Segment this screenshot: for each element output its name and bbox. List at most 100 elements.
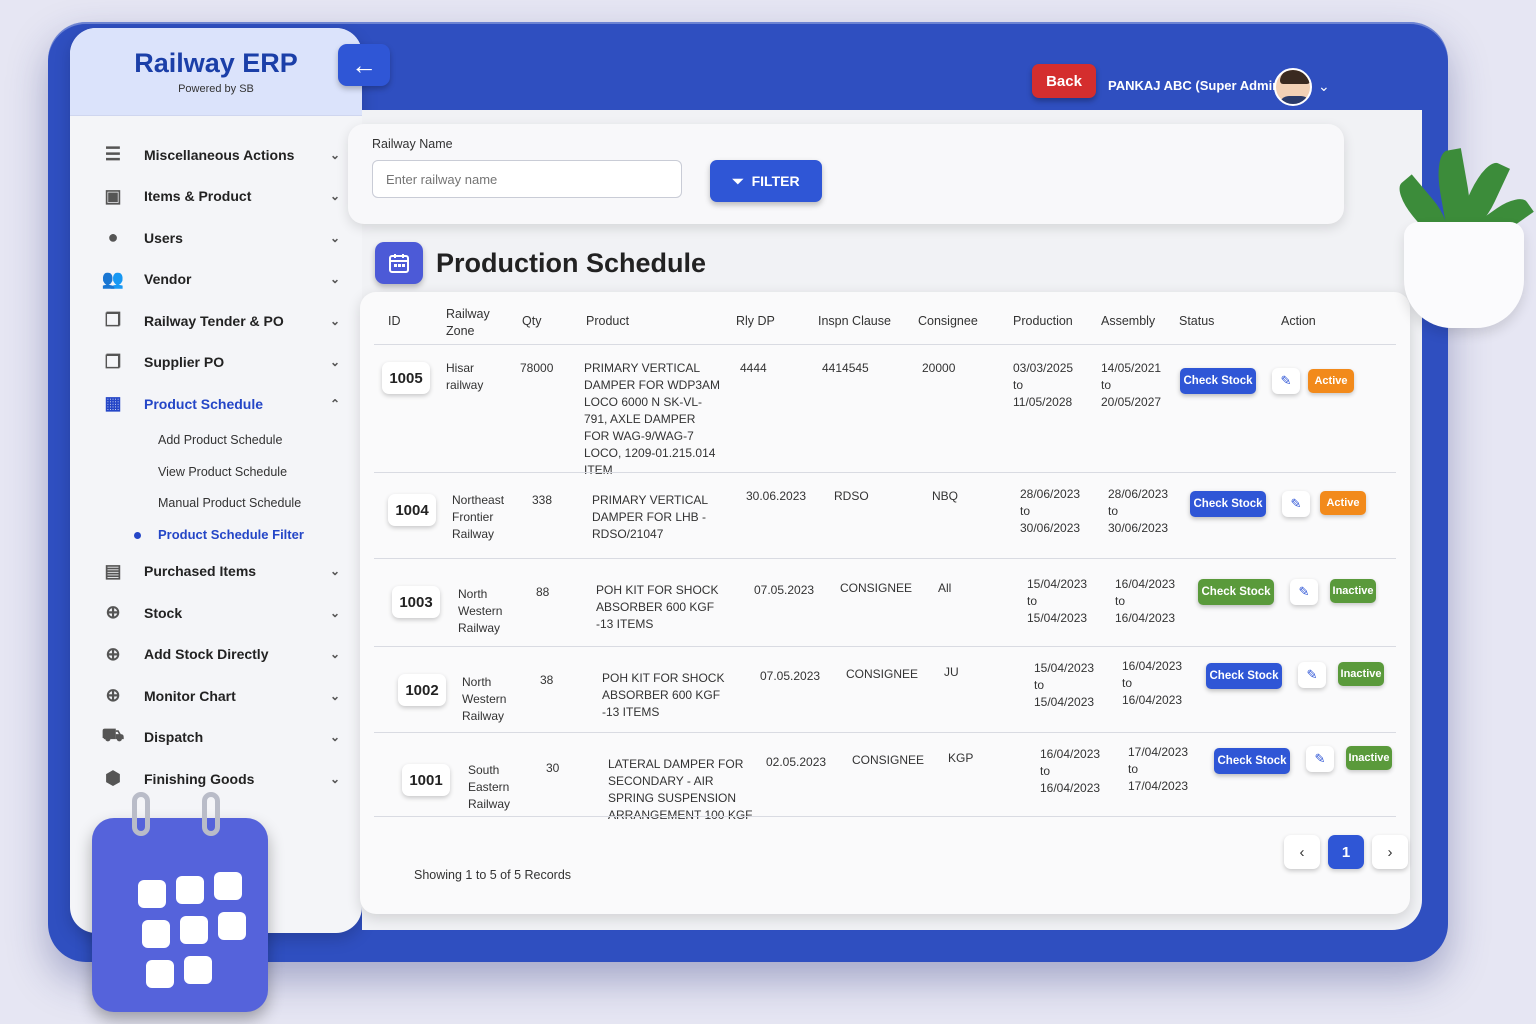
sidebar-item-users[interactable]: ● Users ⌄ xyxy=(70,217,362,259)
sidebar-item-monitor-chart[interactable]: ⊕ Monitor Chart ⌄ xyxy=(70,675,362,717)
sidebar-item-purchased-items[interactable]: ▤ Purchased Items ⌄ xyxy=(70,551,362,593)
row-assembly: 28/06/2023 to 30/06/2023 xyxy=(1108,487,1169,535)
edit-pencil-icon[interactable]: ✎ xyxy=(1298,662,1326,688)
row-zone: South Eastern Railway xyxy=(468,763,511,811)
check-stock-button[interactable]: Check Stock xyxy=(1206,663,1282,689)
chevron-down-icon: ⌄ xyxy=(329,605,340,620)
plus-circle-icon: ⊕ xyxy=(105,643,121,664)
edit-pencil-icon[interactable]: ✎ xyxy=(1290,579,1318,605)
sidebar-item-label: Miscellaneous Actions xyxy=(144,146,295,163)
page-number-button[interactable]: 1 xyxy=(1328,835,1364,869)
sidebar-item-label: Vendor xyxy=(144,271,192,288)
sidebar-item-stock[interactable]: ⊕ Stock ⌄ xyxy=(70,592,362,634)
nav-back-arrow-button[interactable]: ← xyxy=(338,44,390,86)
next-page-button[interactable]: › xyxy=(1372,835,1408,869)
row-id: 1002 xyxy=(398,674,446,706)
railway-name-input[interactable] xyxy=(372,160,682,198)
subitem-view-product-schedule[interactable]: View Product Schedule xyxy=(70,456,362,488)
row-qty: 30 xyxy=(546,761,560,775)
prev-page-button[interactable]: ‹ xyxy=(1284,835,1320,869)
col-header-qty: Qty xyxy=(522,314,542,328)
avatar[interactable] xyxy=(1274,68,1312,106)
sidebar-item-label: Add Stock Directly xyxy=(144,646,269,663)
check-stock-button[interactable]: Check Stock xyxy=(1198,579,1274,605)
calendar-cell xyxy=(138,880,166,908)
status-badge[interactable]: Active xyxy=(1320,491,1366,515)
col-header-action: Action xyxy=(1281,314,1316,328)
sidebar-item-items-product[interactable]: ▣ Items & Product ⌄ xyxy=(70,176,362,218)
filter-button-label: FILTER xyxy=(751,173,800,189)
sidebar-item-miscellaneous-actions[interactable]: ☰ Miscellaneous Actions ⌄ xyxy=(70,134,362,176)
row-rly-dp: 4444 xyxy=(740,361,767,375)
row-divider xyxy=(374,646,1396,647)
calendar-icon: ▦ xyxy=(104,393,122,414)
subitem-manual-product-schedule[interactable]: Manual Product Schedule xyxy=(70,488,362,520)
chevron-down-icon: ⌄ xyxy=(329,313,340,328)
row-zone: North Western Railway xyxy=(462,675,507,723)
col-header-rly-dp: Rly DP xyxy=(736,314,775,328)
row-production: 28/06/2023 to 30/06/2023 xyxy=(1020,487,1081,535)
row-divider xyxy=(374,816,1396,817)
documents-icon: ❐ xyxy=(104,351,122,372)
page-title: Production Schedule xyxy=(436,248,707,278)
group-icon: 👥 xyxy=(101,268,125,289)
row-inspn: RDSO xyxy=(834,489,869,503)
schedule-table: ID Railway Zone Qty Product Rly DP Inspn… xyxy=(360,292,1410,914)
calendar-cell xyxy=(142,920,170,948)
back-button[interactable]: Back xyxy=(1032,64,1096,98)
status-badge[interactable]: Inactive xyxy=(1346,746,1392,770)
row-consignee: KGP xyxy=(948,751,974,765)
sidebar-item-label: Users xyxy=(144,229,183,246)
avatar-hair xyxy=(1280,70,1310,84)
box-icon: ⬢ xyxy=(105,768,121,789)
chevron-down-icon[interactable]: ⌄ xyxy=(1318,78,1330,95)
sidebar-item-dispatch[interactable]: ⛟ Dispatch ⌄ xyxy=(70,717,362,759)
records-count: Showing 1 to 5 of 5 Records xyxy=(414,868,572,882)
filter-button[interactable]: ⏷ FILTER xyxy=(710,160,822,202)
sidebar-item-label: Railway Tender & PO xyxy=(144,312,284,329)
railway-name-label: Railway Name xyxy=(372,137,453,151)
sidebar-item-railway-tender-po[interactable]: ❐ Railway Tender & PO ⌄ xyxy=(70,300,362,342)
user-name[interactable]: PANKAJ ABC (Super Admin) xyxy=(1108,78,1284,93)
sidebar-item-add-stock-directly[interactable]: ⊕ Add Stock Directly ⌄ xyxy=(70,634,362,676)
check-stock-button[interactable]: Check Stock xyxy=(1214,748,1290,774)
header-divider xyxy=(374,344,1396,345)
edit-pencil-icon[interactable]: ✎ xyxy=(1306,746,1334,772)
edit-pencil-icon[interactable]: ✎ xyxy=(1282,491,1310,517)
calendar-cell xyxy=(176,876,204,904)
col-header-consignee: Consignee xyxy=(918,314,978,328)
row-inspn: 4414545 xyxy=(822,361,869,375)
col-header-product: Product xyxy=(586,314,630,328)
sidebar-item-product-schedule[interactable]: ▦ Product Schedule ⌃ xyxy=(70,383,362,425)
chevron-down-icon: ⌄ xyxy=(329,147,340,162)
row-production: 15/04/2023 to 15/04/2023 xyxy=(1034,661,1095,709)
status-badge[interactable]: Active xyxy=(1308,369,1354,393)
calendar-ring xyxy=(202,792,220,836)
row-product: PRIMARY VERTICAL DAMPER FOR WDP3AM LOCO … xyxy=(584,361,721,477)
app-subtitle: Powered by SB xyxy=(178,83,254,95)
row-id: 1001 xyxy=(402,764,450,796)
status-badge[interactable]: Inactive xyxy=(1338,662,1384,686)
row-production: 03/03/2025 to 11/05/2028 xyxy=(1013,361,1074,409)
cart-icon: ▤ xyxy=(104,560,122,581)
truck-icon: ⛟ xyxy=(101,725,125,746)
user-icon: ● xyxy=(107,227,119,248)
check-stock-button[interactable]: Check Stock xyxy=(1190,491,1266,517)
chevron-down-icon: ⌄ xyxy=(329,355,340,370)
col-header-status: Status xyxy=(1179,314,1215,328)
row-consignee: 20000 xyxy=(922,361,956,375)
subitem-add-product-schedule[interactable]: Add Product Schedule xyxy=(70,425,362,457)
col-header-inspn-clause: Inspn Clause xyxy=(818,314,891,328)
sidebar-item-label: Stock xyxy=(144,604,183,621)
subitem-product-schedule-filter[interactable]: Product Schedule Filter xyxy=(70,519,362,551)
status-badge[interactable]: Inactive xyxy=(1330,579,1376,603)
chevron-down-icon: ⌄ xyxy=(329,564,340,579)
sidebar-item-vendor[interactable]: 👥 Vendor ⌄ xyxy=(70,259,362,301)
plant-pot xyxy=(1404,222,1524,328)
row-assembly: 14/05/2021 to 20/05/2027 xyxy=(1101,361,1162,409)
col-header-assembly: Assembly xyxy=(1101,314,1156,328)
sidebar-item-supplier-po[interactable]: ❐ Supplier PO ⌄ xyxy=(70,342,362,384)
edit-pencil-icon[interactable]: ✎ xyxy=(1272,368,1300,394)
check-stock-button[interactable]: Check Stock xyxy=(1180,368,1256,394)
row-consignee: JU xyxy=(944,665,959,679)
